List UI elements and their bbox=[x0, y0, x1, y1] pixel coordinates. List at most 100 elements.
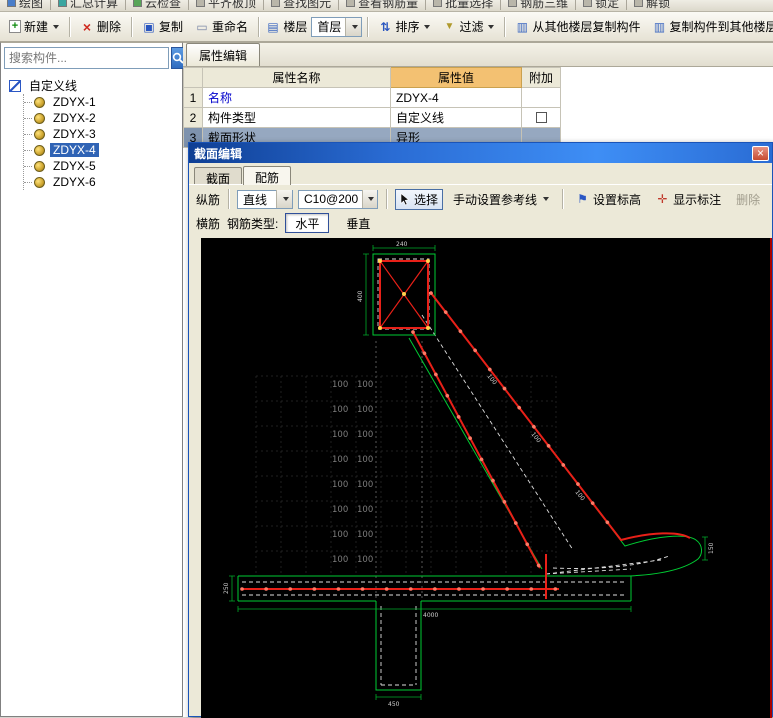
dialog-title-bar[interactable]: 截面编辑 × bbox=[189, 143, 772, 163]
chevron-down-icon bbox=[283, 197, 289, 201]
menu-item-find-element[interactable]: 查找图元 bbox=[264, 0, 338, 12]
combo-arrow-button[interactable] bbox=[276, 190, 292, 208]
tree-item-zdyx-4[interactable]: ZDYX-4 bbox=[24, 142, 180, 158]
tree-item-zdyx-2[interactable]: ZDYX-2 bbox=[24, 110, 180, 126]
vertical-button[interactable]: 垂直 bbox=[336, 213, 380, 233]
tree-item-label: ZDYX-6 bbox=[50, 175, 99, 189]
svg-text:100: 100 bbox=[332, 430, 348, 440]
svg-text:450: 450 bbox=[388, 701, 400, 708]
close-button[interactable]: × bbox=[752, 146, 769, 161]
index-header bbox=[184, 68, 203, 88]
combo-arrow-button[interactable] bbox=[362, 190, 377, 208]
chevron-down-icon bbox=[368, 197, 374, 201]
tree-item-zdyx-6[interactable]: ZDYX-6 bbox=[24, 174, 180, 190]
property-row-component-type[interactable]: 2 构件类型 自定义线 bbox=[184, 108, 561, 128]
menu-label: 锁定 bbox=[595, 0, 619, 11]
attach-checkbox[interactable] bbox=[536, 112, 547, 123]
floor-label-text: 楼层 bbox=[283, 20, 307, 34]
tree-root-custom-line[interactable]: 自定义线 bbox=[9, 78, 180, 94]
tab-rebar[interactable]: 配筋 bbox=[243, 166, 291, 185]
svg-text:100: 100 bbox=[357, 555, 373, 565]
svg-text:100: 100 bbox=[332, 380, 348, 390]
building-copy-icon: ▥ bbox=[515, 20, 529, 34]
svg-text:100: 100 bbox=[332, 505, 348, 515]
floor-select[interactable]: 首层 bbox=[311, 17, 362, 37]
select-label: 选择 bbox=[414, 191, 438, 208]
new-label: 新建 bbox=[24, 18, 48, 35]
tree-item-label: ZDYX-4 bbox=[50, 143, 99, 157]
menu-item-view-rebar-qty[interactable]: 查看钢筋量 bbox=[339, 0, 425, 12]
reference-spacing-labels: 1001001001001001001001001001001001001001… bbox=[332, 380, 373, 565]
floor-icon: ▤ bbox=[266, 20, 280, 34]
rename-button[interactable]: ▭ 重命名 bbox=[190, 15, 253, 39]
batch-select-icon bbox=[433, 0, 442, 7]
menu-item-draw[interactable]: 绘图 bbox=[0, 0, 50, 12]
separator bbox=[367, 17, 368, 37]
delete-icon: × bbox=[80, 20, 94, 34]
filter-button[interactable]: ▼ 过滤 bbox=[437, 15, 499, 39]
svg-text:240: 240 bbox=[396, 241, 408, 248]
line-type-combo[interactable]: 直线 bbox=[237, 190, 293, 209]
new-button[interactable]: + 新建 bbox=[4, 15, 64, 39]
rebar-spec-combo[interactable]: C10@200 bbox=[298, 190, 378, 209]
svg-text:100: 100 bbox=[332, 405, 348, 415]
tab-property-edit[interactable]: 属性编辑 bbox=[186, 43, 260, 66]
property-row-name[interactable]: 1 名称 ZDYX-4 bbox=[184, 88, 561, 108]
sort-button[interactable]: ⇅ 排序 bbox=[373, 15, 435, 39]
building-copy-icon: ▥ bbox=[652, 20, 666, 34]
menu-item-summary-calc[interactable]: 汇总计算 bbox=[51, 0, 125, 12]
select-button[interactable]: 选择 bbox=[395, 189, 443, 210]
set-elevation-button[interactable]: ⚑ 设置标高 bbox=[571, 189, 646, 210]
property-value[interactable]: ZDYX-4 bbox=[391, 88, 522, 108]
property-name: 名称 bbox=[203, 88, 391, 108]
separator bbox=[386, 189, 387, 209]
gear-icon bbox=[34, 129, 45, 140]
svg-text:100: 100 bbox=[357, 380, 373, 390]
row-index: 1 bbox=[184, 88, 203, 108]
rename-icon: ▭ bbox=[195, 20, 209, 34]
property-value[interactable]: 自定义线 bbox=[391, 108, 522, 128]
property-tabstrip: 属性编辑 bbox=[183, 43, 773, 67]
menu-item-unlock[interactable]: 解锁 bbox=[627, 0, 677, 12]
menu-item-batch-select[interactable]: 批量选择 bbox=[426, 0, 500, 12]
calc-icon bbox=[58, 0, 67, 7]
menu-item-cloud-check[interactable]: 云检查 bbox=[126, 0, 188, 12]
menu-item-align-slab-top[interactable]: 平齐板顶 bbox=[189, 0, 263, 12]
manual-reference-line-button[interactable]: 手动设置参考线 bbox=[448, 189, 554, 210]
search-input[interactable] bbox=[4, 47, 169, 69]
svg-text:100: 100 bbox=[332, 530, 348, 540]
menu-label: 云检查 bbox=[145, 0, 181, 11]
tree-item-zdyx-1[interactable]: ZDYX-1 bbox=[24, 94, 180, 110]
copy-to-other-floor-button[interactable]: ▥ 复制构件到其他楼层 bbox=[647, 15, 773, 39]
delete-rebar-label: 删除 bbox=[736, 191, 760, 208]
longitudinal-rebar-label[interactable]: 纵筋 bbox=[196, 191, 220, 208]
copy-from-other-floor-button[interactable]: ▥ 从其他楼层复制构件 bbox=[510, 15, 645, 39]
rebar-toolbar-row2: 横筋 钢筋类型: 水平 垂直 bbox=[189, 211, 772, 235]
delete-button[interactable]: × 删除 bbox=[75, 15, 126, 39]
tree-item-label: ZDYX-5 bbox=[50, 159, 99, 173]
property-table: 属性名称 属性值 附加 1 名称 ZDYX-4 2 构件类型 自定义线 3 截面… bbox=[183, 67, 561, 148]
menu-item-lock[interactable]: 锁定 bbox=[576, 0, 626, 12]
separator bbox=[131, 17, 132, 37]
tree-item-label: ZDYX-1 bbox=[50, 95, 99, 109]
column-value-header[interactable]: 属性值 bbox=[391, 68, 522, 88]
tree-item-zdyx-3[interactable]: ZDYX-3 bbox=[24, 126, 180, 142]
show-dimensions-button[interactable]: ✛ 显示标注 bbox=[651, 189, 726, 210]
column-name-header: 属性名称 bbox=[203, 68, 391, 88]
menu-item-rebar-3d[interactable]: 钢筋三维 bbox=[501, 0, 575, 12]
delete-rebar-button: 删除 bbox=[731, 189, 765, 210]
delete-label: 删除 bbox=[97, 18, 121, 35]
horizontal-button[interactable]: 水平 bbox=[285, 213, 329, 233]
copy-button[interactable]: ▣ 复制 bbox=[137, 15, 188, 39]
svg-text:100: 100 bbox=[485, 373, 498, 386]
gear-icon bbox=[34, 97, 45, 108]
section-canvas[interactable]: 1001001001001001001001001001001001001001… bbox=[201, 238, 772, 718]
tab-section[interactable]: 截面 bbox=[194, 167, 242, 184]
filter-label: 过滤 bbox=[459, 18, 483, 35]
tree-item-zdyx-5[interactable]: ZDYX-5 bbox=[24, 158, 180, 174]
transverse-rebar-label[interactable]: 横筋 bbox=[196, 215, 220, 232]
filter-icon: ▼ bbox=[442, 20, 456, 34]
chevron-down-icon bbox=[543, 197, 549, 201]
svg-text:100: 100 bbox=[357, 530, 373, 540]
combo-arrow-button[interactable] bbox=[345, 18, 361, 36]
